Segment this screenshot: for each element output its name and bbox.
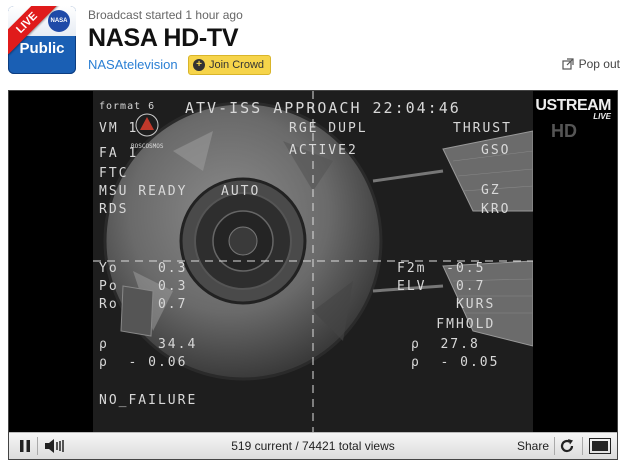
osd-left-line-4: MSU READY — [99, 184, 188, 199]
page-title: NASA HD-TV — [88, 24, 239, 52]
osd-center-line-2: ACTIVE2 — [289, 143, 358, 158]
broadcast-status: Broadcast started 1 hour ago — [88, 8, 243, 22]
osd-left-line-1: VM 1 — [99, 121, 139, 136]
player-control-bar: 519 current / 74421 total views Share — [9, 432, 617, 459]
current-label: current — [254, 439, 292, 453]
osd-left-mid-1: Yo 0.3 — [99, 261, 188, 276]
control-divider — [554, 437, 555, 455]
video-frame: format 6 ATV-ISS APPROACH 22:04:46 ROSCO… — [93, 91, 533, 433]
osd-left-line-2: FA 1 — [99, 146, 139, 161]
nasa-meatball-icon: NASA — [48, 10, 70, 32]
popout-icon — [562, 58, 574, 70]
osd-left-low-1: ρ 34.4 — [99, 337, 198, 352]
osd-right-mid-3: KURS — [397, 297, 496, 312]
osd-right-line-1: THRUST — [453, 121, 512, 136]
popout-label: Pop out — [578, 57, 620, 71]
osd-left-mid-3: Ro 0.7 — [99, 297, 188, 312]
osd-center-line-1: RGE DUPL — [289, 121, 368, 136]
hd-badge: HD — [551, 121, 577, 141]
osd-right-mid-4: FMHOLD — [397, 317, 496, 332]
osd-auto: AUTO — [221, 184, 261, 199]
views-separator: / — [295, 439, 299, 453]
osd-title: ATV-ISS APPROACH 22:04:46 — [185, 99, 461, 117]
video-player[interactable]: format 6 ATV-ISS APPROACH 22:04:46 ROSCO… — [8, 90, 618, 460]
join-crowd-button[interactable]: + Join Crowd — [188, 55, 272, 75]
osd-left-line-3: FTC — [99, 166, 129, 181]
osd-left-low-2: ρ - 0.06 — [99, 355, 188, 370]
osd-right-line-5: KRO — [481, 202, 511, 217]
control-divider — [582, 437, 583, 455]
channel-link[interactable]: NASAtelevision — [88, 57, 178, 72]
join-crowd-label: Join Crowd — [209, 59, 265, 71]
channel-logo[interactable]: NASA Public LIVE — [8, 6, 76, 74]
osd-left-mid-2: Po 0.3 — [99, 279, 188, 294]
total-views-label: total views — [338, 439, 395, 453]
osd-right-line-4: GZ — [481, 183, 501, 198]
popout-button[interactable]: Pop out — [562, 57, 620, 71]
share-button[interactable]: Share — [517, 439, 549, 453]
osd-right-low-2: ρ - 0.05 — [411, 355, 500, 370]
osd-right-line-2: GSO — [481, 143, 511, 158]
plus-icon: + — [193, 59, 205, 71]
video-area[interactable]: format 6 ATV-ISS APPROACH 22:04:46 ROSCO… — [9, 91, 617, 433]
total-views: 74421 — [302, 439, 336, 453]
osd-format: format 6 — [99, 101, 156, 112]
fullscreen-icon[interactable] — [589, 438, 611, 454]
current-viewers: 519 — [231, 439, 252, 453]
osd-failure: NO_FAILURE — [99, 393, 198, 408]
osd-left-line-5: RDS — [99, 202, 129, 217]
osd-right-mid-1: F2m -0.5 — [397, 261, 486, 276]
osd-right-mid-2: ELV 0.7 — [397, 279, 486, 294]
ustream-watermark: USTREAM LIVE — [535, 97, 611, 121]
refresh-icon[interactable] — [559, 438, 575, 454]
osd-right-low-1: ρ 27.8 — [411, 337, 480, 352]
